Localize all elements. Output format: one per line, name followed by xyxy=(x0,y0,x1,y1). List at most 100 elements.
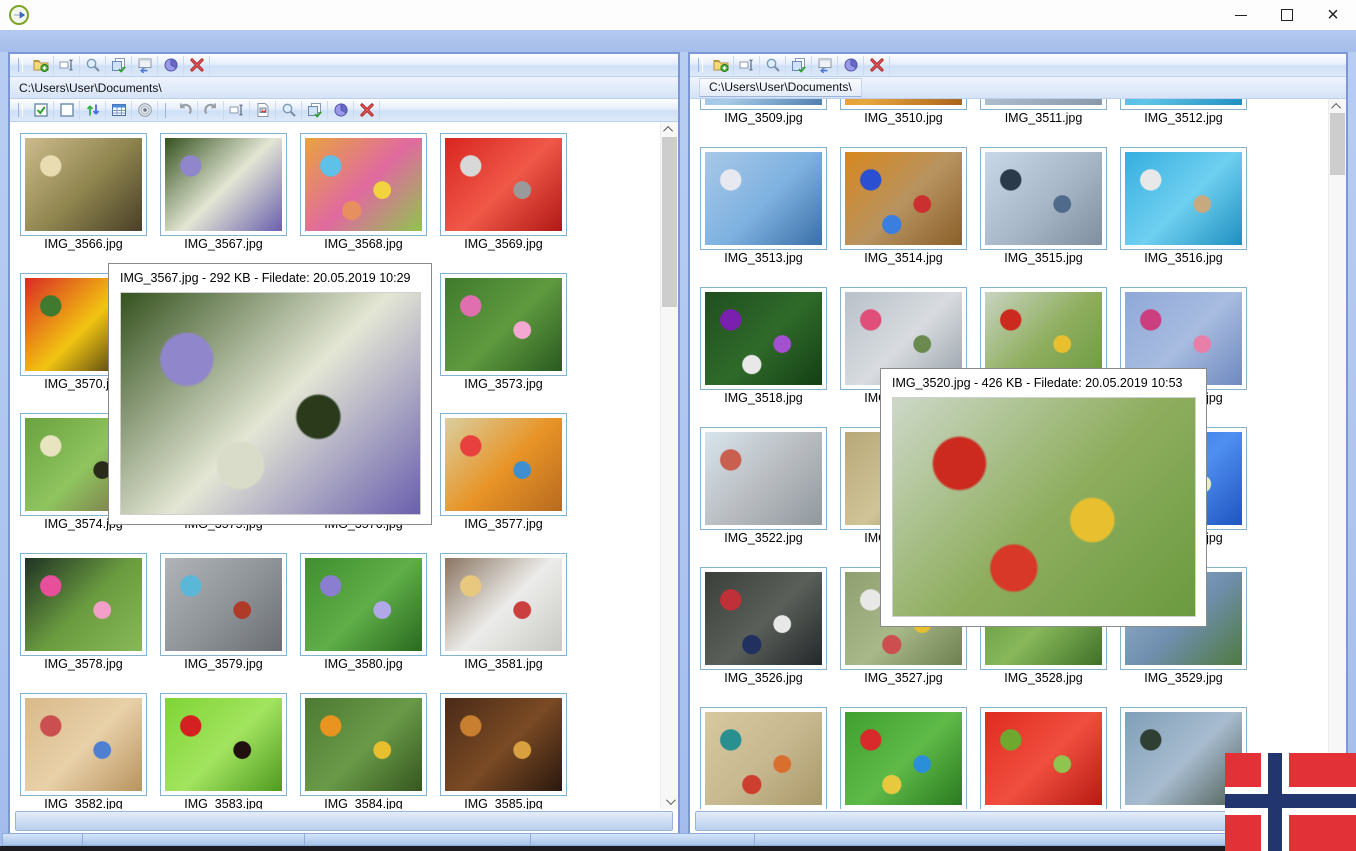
scrollbar-thumb[interactable] xyxy=(662,137,677,307)
thumbnail-image[interactable] xyxy=(980,147,1107,250)
folder-new-button[interactable] xyxy=(708,55,734,75)
thumbnail-image[interactable] xyxy=(700,147,827,250)
scroll-up-button[interactable] xyxy=(661,122,678,137)
thumbnail-image[interactable] xyxy=(440,273,567,376)
search-icon xyxy=(282,103,296,117)
photo-placeholder xyxy=(705,572,822,665)
search-button[interactable] xyxy=(80,55,106,75)
screen-back-button[interactable] xyxy=(812,55,838,75)
close-icon: × xyxy=(1327,4,1339,26)
photo-placeholder xyxy=(25,698,142,791)
thumbnail-image[interactable] xyxy=(160,553,287,656)
thumbnail-image[interactable] xyxy=(160,133,287,236)
rename-button[interactable] xyxy=(54,55,80,75)
thumbnail-image[interactable] xyxy=(980,707,1107,809)
photo-placeholder xyxy=(445,418,562,511)
disc-button[interactable] xyxy=(132,100,158,120)
thumbnail-image[interactable] xyxy=(440,553,567,656)
folder-new-button[interactable] xyxy=(28,55,54,75)
thumbnail-label: IMG_3585.jpg xyxy=(464,797,543,809)
photo-placeholder xyxy=(305,558,422,651)
thumbnail-image[interactable] xyxy=(300,693,427,796)
delete-x-button[interactable] xyxy=(354,100,380,120)
right-path-tab[interactable]: C:\Users\User\Documents\ xyxy=(699,78,862,97)
thumbnail-label: IMG_3512.jpg xyxy=(1144,111,1223,125)
minimize-button[interactable] xyxy=(1218,0,1264,30)
delete-x-button[interactable] xyxy=(864,55,890,75)
thumbnail-image[interactable] xyxy=(700,99,827,110)
flag-blue-horizontal xyxy=(1225,794,1356,808)
photo-placeholder xyxy=(445,558,562,651)
thumbnail-image[interactable] xyxy=(1120,147,1247,250)
image-file-button[interactable] xyxy=(250,100,276,120)
thumbnail-image[interactable] xyxy=(840,707,967,809)
thumbnail-image[interactable] xyxy=(840,99,967,110)
thumbnail-image[interactable] xyxy=(440,133,567,236)
thumbnail-image[interactable] xyxy=(700,707,827,809)
table-view-button[interactable] xyxy=(106,100,132,120)
close-button[interactable]: × xyxy=(1310,0,1356,30)
thumbnail-image[interactable] xyxy=(160,693,287,796)
thumbnail-label: IMG_3515.jpg xyxy=(1004,251,1083,265)
redo-button[interactable] xyxy=(198,100,224,120)
thumbnail-cell: IMG_3514.jpg xyxy=(840,147,967,267)
screen-back-button[interactable] xyxy=(132,55,158,75)
thumbnail-image[interactable] xyxy=(300,133,427,236)
thumbnail-cell xyxy=(700,707,827,809)
undo-button[interactable] xyxy=(172,100,198,120)
thumbnail-label: IMG_3579.jpg xyxy=(184,657,263,671)
scroll-up-button[interactable] xyxy=(1329,99,1346,114)
chevron-up-icon xyxy=(663,125,674,136)
left-path-text: C:\Users\User\Documents\ xyxy=(19,80,162,95)
thumbnail-image[interactable] xyxy=(700,287,827,390)
right-path-bar[interactable]: C:\Users\User\Documents\ xyxy=(690,77,1346,99)
left-image-tooltip: IMG_3567.jpg - 292 KB - Filedate: 20.05.… xyxy=(108,263,432,525)
pie-button[interactable] xyxy=(838,55,864,75)
pie-button[interactable] xyxy=(328,100,354,120)
right-scrollbar[interactable] xyxy=(1328,99,1346,809)
scrollbar-thumb[interactable] xyxy=(1330,113,1345,175)
check-off-button[interactable] xyxy=(54,100,80,120)
screen-back-icon xyxy=(818,58,831,73)
pie-button[interactable] xyxy=(158,55,184,75)
menu-strip xyxy=(0,30,1356,52)
check-on-button[interactable] xyxy=(28,100,54,120)
thumbnail-cell: IMG_3573.jpg xyxy=(440,273,567,393)
thumbnail-image[interactable] xyxy=(1120,99,1247,110)
sort-arrows-button[interactable] xyxy=(80,100,106,120)
thumbnail-image[interactable] xyxy=(20,553,147,656)
thumbnail-image[interactable] xyxy=(440,413,567,516)
check-on-icon xyxy=(33,103,48,117)
search-icon xyxy=(86,58,100,72)
thumbnail-image[interactable] xyxy=(700,567,827,670)
search-button[interactable] xyxy=(276,100,302,120)
copy-ok-button[interactable] xyxy=(302,100,328,120)
maximize-button[interactable] xyxy=(1264,0,1310,30)
thumbnail-image[interactable] xyxy=(300,553,427,656)
copy-ok-button[interactable] xyxy=(106,55,132,75)
rename-button[interactable] xyxy=(224,100,250,120)
rename-icon xyxy=(59,59,73,71)
copy-ok-button[interactable] xyxy=(786,55,812,75)
copy-ok-icon xyxy=(307,103,322,118)
thumbnail-cell xyxy=(980,707,1107,809)
scroll-down-button[interactable] xyxy=(661,794,678,809)
status-segment xyxy=(305,834,531,845)
thumbnail-image[interactable] xyxy=(20,133,147,236)
tooltip-text: IMG_3567.jpg - 292 KB - Filedate: 20.05.… xyxy=(120,271,411,285)
thumbnail-label: IMG_3568.jpg xyxy=(324,237,403,251)
image-file-icon xyxy=(257,103,268,117)
thumbnail-image[interactable] xyxy=(840,147,967,250)
rename-button[interactable] xyxy=(734,55,760,75)
left-scrollbar[interactable] xyxy=(660,122,678,809)
desktop-edge-strip xyxy=(0,846,1356,851)
photo-placeholder xyxy=(705,152,822,245)
status-segment xyxy=(531,834,755,845)
thumbnail-image[interactable] xyxy=(440,693,567,796)
thumbnail-image[interactable] xyxy=(20,693,147,796)
thumbnail-image[interactable] xyxy=(980,99,1107,110)
delete-x-button[interactable] xyxy=(184,55,210,75)
search-button[interactable] xyxy=(760,55,786,75)
left-path-bar[interactable]: C:\Users\User\Documents\ xyxy=(10,77,678,99)
thumbnail-image[interactable] xyxy=(700,427,827,530)
